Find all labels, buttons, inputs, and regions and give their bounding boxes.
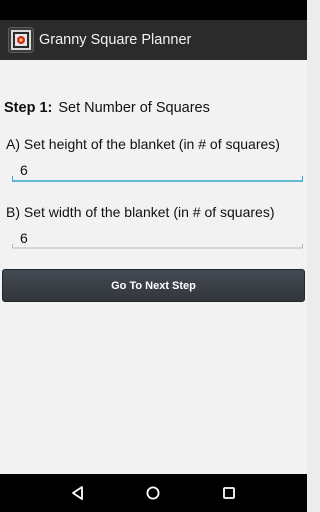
step-number: Step 1:: [4, 100, 53, 116]
navigation-bar: [0, 474, 307, 512]
home-icon: [146, 486, 160, 500]
step-heading: Step 1: Set Number of Squares: [4, 100, 210, 116]
step-title: Set Number of Squares: [58, 100, 210, 116]
main-content: Step 1: Set Number of Squares A) Set heig…: [0, 60, 307, 474]
back-icon: [71, 486, 83, 500]
granny-square-app-icon: [8, 27, 34, 53]
height-input-underline: [12, 176, 303, 182]
home-button[interactable]: [138, 478, 168, 508]
recents-icon: [223, 487, 236, 499]
height-field-label: A) Set height of the blanket (in # of sq…: [6, 136, 280, 152]
go-to-next-step-button[interactable]: Go To Next Step: [2, 269, 305, 302]
recents-button[interactable]: [214, 478, 244, 508]
width-input-underline: [12, 244, 303, 249]
action-bar: Granny Square Planner: [0, 20, 307, 60]
app-title: Granny Square Planner: [39, 32, 192, 48]
back-button[interactable]: [63, 478, 93, 508]
width-field-label: B) Set width of the blanket (in # of squ…: [6, 204, 275, 220]
status-bar: [0, 0, 307, 20]
